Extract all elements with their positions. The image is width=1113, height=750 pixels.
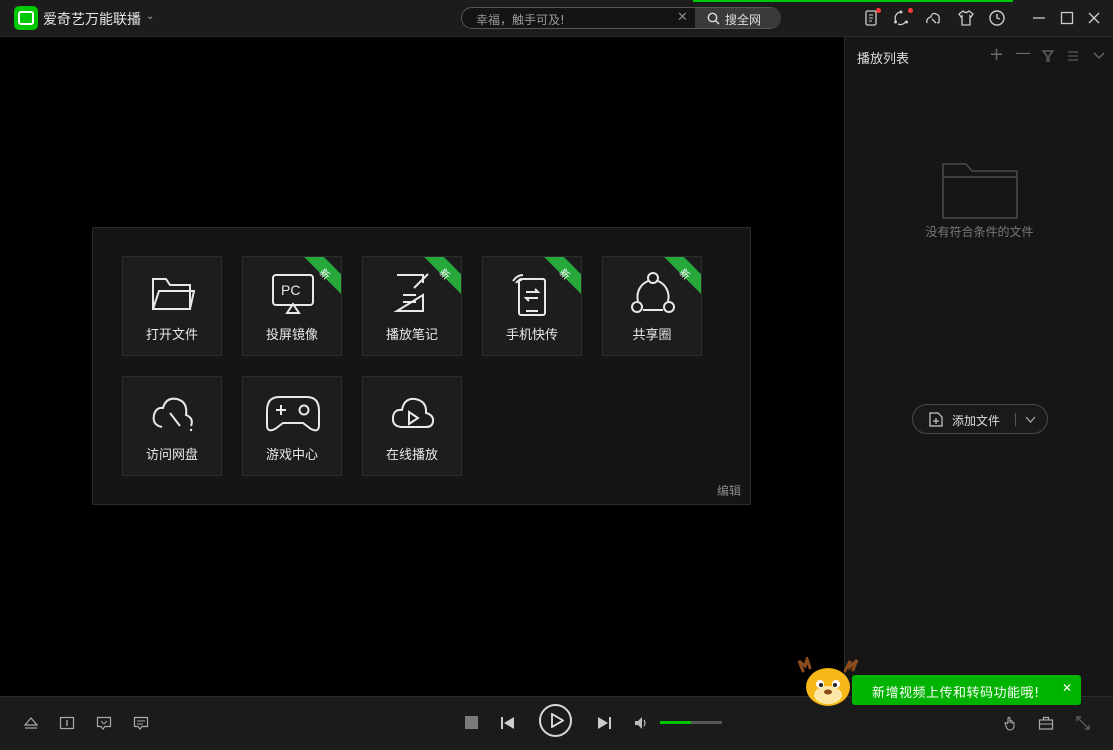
add-file-label: 添加文件 [952,414,1001,428]
audio-track-icon[interactable] [133,715,149,731]
search-icon [707,12,720,25]
tile-share-circle[interactable]: 共享圈 新 [602,256,702,356]
notification-bubble: 新增视频上传和转码功能哦! ✕ [852,675,1081,705]
title-bar: 爱奇艺万能联播 ⌄ 幸福，触手可及! ✕ 搜全网 [0,0,1113,37]
stop-icon[interactable] [465,716,478,729]
cloud-icon[interactable] [924,9,942,27]
minimize-icon[interactable] [1031,10,1047,26]
notification-text: 新增视频上传和转码功能哦! [872,686,1040,701]
subtitle-icon[interactable] [96,715,112,731]
tile-label: 游戏中心 [265,448,318,463]
search-box[interactable]: 幸福，触手可及! ✕ 搜全网 [461,7,781,29]
tile-phone-transfer[interactable]: 手机快传 新 [482,256,582,356]
app-title[interactable]: 爱奇艺万能联播 [43,9,141,29]
phone-transfer-icon [512,274,546,316]
notification-dot [876,8,881,13]
playlist-panel: 播放列表 + — 没有符合条件的文件 添加文件 [844,37,1113,696]
volume-slider[interactable] [660,721,722,724]
mascot-icon [797,657,859,706]
play-button[interactable] [539,704,572,737]
tile-label: 播放笔记 [385,328,438,343]
maximize-icon[interactable] [1059,10,1075,26]
tile-play-notes[interactable]: 播放笔记 新 [362,256,462,356]
tile-label: 共享圈 [632,328,672,343]
tile-game-center[interactable]: 游戏中心 [242,376,342,476]
pc-cast-icon: PC [272,274,314,314]
empty-folder-icon [942,163,1018,219]
gamepad-icon [266,396,320,432]
add-icon[interactable]: + [989,44,1004,65]
screenshot-icon[interactable] [59,715,75,731]
cloud-play-icon [391,397,435,428]
app-logo-icon[interactable] [14,6,38,30]
filter-icon[interactable] [1042,50,1054,62]
hand-pointer-icon[interactable] [1003,715,1019,731]
toolbox-icon[interactable] [1038,715,1054,731]
svg-text:PC: PC [281,282,300,298]
close-icon[interactable]: ✕ [1062,681,1072,695]
add-file-button[interactable]: 添加文件 [912,404,1048,434]
remove-icon[interactable]: — [1015,43,1031,62]
share-circle-icon [631,272,675,313]
search-input[interactable]: 幸福，触手可及! [476,11,565,28]
chevron-down-icon[interactable]: ⌄ [146,11,154,22]
search-all-button[interactable]: 搜全网 [695,8,781,28]
add-file-icon [929,412,943,427]
playlist-title: 播放列表 [857,52,910,67]
folder-icon [152,278,196,310]
tile-label: 手机快传 [505,328,558,343]
tile-screen-mirror[interactable]: PC 投屏镜像 新 [242,256,342,356]
share-circle-icon[interactable] [892,9,910,27]
chevron-down-icon[interactable] [1025,416,1036,424]
tile-open-file[interactable]: 打开文件 [122,256,222,356]
tile-label: 访问网盘 [145,448,198,463]
previous-icon[interactable] [500,715,516,731]
eject-icon[interactable] [23,715,39,731]
quick-launch-panel: 打开文件 PC 投屏镜像 新 播放笔记 新 手机快传 新 共享圈 新 访问网盘 … [92,227,751,505]
edit-link[interactable]: 编辑 [717,482,741,499]
close-icon[interactable] [1086,10,1102,26]
next-icon[interactable] [596,715,612,731]
tile-online-play[interactable]: 在线播放 [362,376,462,476]
search-button-label: 搜全网 [725,13,762,27]
volume-icon[interactable] [633,715,649,731]
fullscreen-icon[interactable] [1075,715,1091,731]
list-view-icon[interactable] [1067,50,1079,62]
accent-line [693,0,1013,2]
divider [1015,413,1016,426]
skin-tshirt-icon[interactable] [957,9,975,27]
tile-label: 在线播放 [385,448,438,463]
volume-level [660,721,691,724]
chevron-down-icon[interactable] [1093,50,1105,62]
note-edit-icon [393,273,429,312]
cloud-drive-icon [152,397,193,432]
tile-cloud-drive[interactable]: 访问网盘 [122,376,222,476]
tile-label: 打开文件 [145,328,198,343]
history-clock-icon[interactable] [988,9,1006,27]
tile-label: 投屏镜像 [265,328,318,343]
empty-message: 没有符合条件的文件 [925,225,1034,239]
play-icon [551,713,564,728]
notification-dot [908,8,913,13]
clear-icon[interactable]: ✕ [677,10,688,25]
